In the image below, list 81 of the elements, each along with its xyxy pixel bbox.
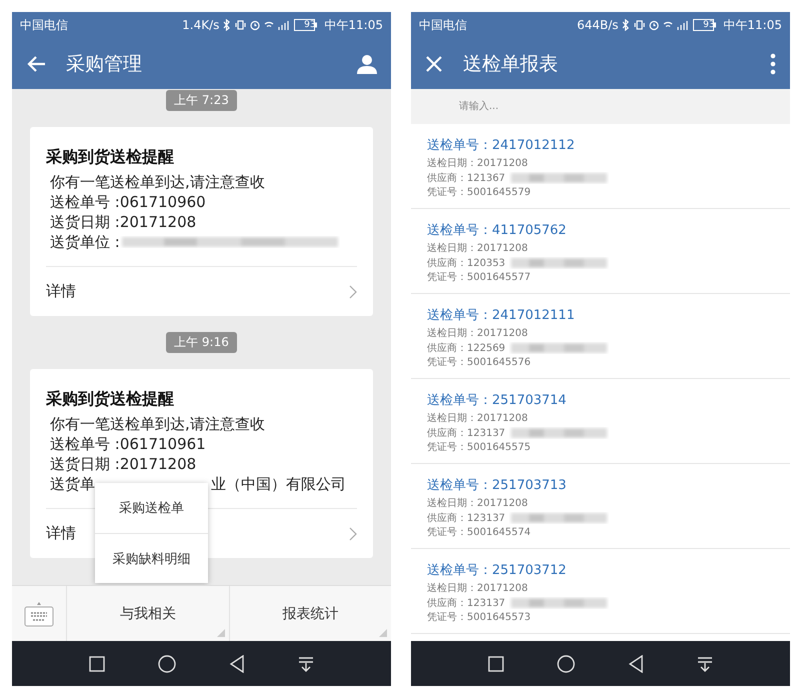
back-button[interactable] bbox=[229, 654, 246, 672]
menu-item[interactable]: 采购缺料明细 bbox=[95, 533, 208, 583]
clock: 中午11:05 bbox=[324, 16, 383, 34]
corner-triangle-icon bbox=[379, 629, 387, 637]
supplier-code: 供应商：121367 bbox=[427, 172, 506, 184]
voucher-number: 凭证号：5001645577 bbox=[427, 271, 532, 284]
recent-apps-button[interactable] bbox=[488, 656, 504, 672]
search-field[interactable]: 请输入... bbox=[457, 100, 657, 113]
clock: 中午11:05 bbox=[723, 16, 782, 34]
inspection-date: 送检日期：20171208 bbox=[427, 582, 529, 595]
supplier-code: 供应商：123137 bbox=[427, 512, 506, 524]
message-line: 送检单号 :061710961 bbox=[49, 434, 207, 454]
message-line: 你有一笔送检单到达,请注意查收 bbox=[49, 414, 266, 434]
alarm-clock-icon bbox=[250, 19, 260, 31]
user-icon[interactable] bbox=[357, 54, 377, 74]
bluetooth-icon bbox=[223, 19, 232, 31]
voucher-number: 凭证号：5001645574 bbox=[427, 526, 532, 539]
recent-apps-button[interactable] bbox=[88, 656, 105, 672]
inspection-date: 送检日期：20171208 bbox=[427, 157, 529, 170]
alarm-clock-icon bbox=[649, 19, 660, 31]
message-line: 送货单位 : bbox=[50, 232, 120, 252]
corner-triangle-icon bbox=[216, 629, 224, 637]
inspection-number: 送检单号：2417012112 bbox=[427, 137, 576, 155]
details-link[interactable]: 详情 bbox=[46, 266, 357, 316]
inspection-date: 送检日期：20171208 bbox=[427, 327, 529, 340]
supplier-code: 供应商：122569 bbox=[427, 342, 506, 354]
timestamp: 上午 9:16 bbox=[166, 332, 237, 353]
voucher-number: 凭证号：5001645579 bbox=[427, 186, 532, 199]
report-item[interactable]: 送检单号：251703713 送检日期：20171208 供应商：123137 凭证号：5001645574 bbox=[411, 464, 790, 549]
report-item[interactable]: 送检单号：251703712 送检日期：20171208 供应商：123137 凭证号：5001645573 bbox=[411, 549, 790, 634]
inspection-number: 送检单号：411705762 bbox=[427, 222, 568, 240]
vibrate-icon bbox=[235, 19, 246, 31]
screen-title: 采购管理 bbox=[66, 52, 143, 76]
home-button[interactable] bbox=[556, 654, 575, 672]
chevron-right-icon bbox=[349, 284, 357, 298]
message-line: 送货日期 :20171208 bbox=[49, 212, 198, 232]
notification-pull-button[interactable] bbox=[298, 656, 314, 672]
voucher-number: 凭证号：5001645576 bbox=[427, 356, 532, 369]
inspection-number: 送检单号：251703714 bbox=[427, 392, 568, 410]
message-line: 送货日期 :20171208 bbox=[49, 454, 198, 474]
message-line: 业（中国）有限公司 bbox=[211, 474, 346, 494]
notification-pull-button[interactable] bbox=[697, 656, 714, 672]
menu-item[interactable]: 采购送检单 bbox=[95, 483, 208, 533]
carrier-name: 中国电信 bbox=[419, 16, 467, 34]
network-speed: 644B/s bbox=[576, 18, 618, 32]
carrier-name: 中国电信 bbox=[20, 16, 68, 34]
report-item[interactable]: 送检单号：2417012112 送检日期：20171208 供应商：121367 凭证号：5001645579 bbox=[411, 124, 790, 209]
message-line: 送货单 bbox=[50, 474, 95, 494]
network-speed: 1.4K/s bbox=[182, 18, 220, 32]
supplier-code: 供应商：123137 bbox=[427, 596, 506, 610]
supplier-code: 供应商：123137 bbox=[427, 426, 506, 440]
inspection-number: 送检单号：251703713 bbox=[427, 477, 568, 495]
more-menu-icon[interactable] bbox=[770, 52, 776, 74]
bluetooth-icon bbox=[622, 19, 630, 31]
back-button[interactable] bbox=[628, 654, 644, 672]
supplier-code: 供应商：120353 bbox=[427, 256, 506, 270]
vibrate-icon bbox=[634, 19, 646, 31]
home-button[interactable] bbox=[158, 654, 176, 672]
inspection-number: 送检单号：2417012111 bbox=[427, 307, 576, 325]
signal-icon bbox=[278, 19, 290, 31]
report-item[interactable]: 送检单号：2417012111 送检日期：20171208 供应商：122569 凭证号：5001645576 bbox=[411, 294, 790, 379]
inspection-date: 送检日期：20171208 bbox=[427, 412, 529, 425]
message-title: 采购到货送检提醒 bbox=[46, 389, 175, 410]
timestamp: 上午 7:23 bbox=[166, 90, 237, 111]
voucher-number: 凭证号：5001645573 bbox=[427, 611, 532, 624]
signal-icon bbox=[677, 19, 690, 31]
close-icon[interactable] bbox=[425, 54, 443, 72]
battery-icon bbox=[693, 19, 718, 31]
report-item[interactable]: 送检单号：411705762 送检日期：20171208 供应商：120353 凭证号：5001645577 bbox=[411, 209, 790, 294]
screen-title: 送检单报表 bbox=[463, 52, 559, 76]
inspection-date: 送检日期：20171208 bbox=[427, 497, 529, 510]
back-arrow-icon[interactable] bbox=[26, 54, 46, 72]
report-item[interactable]: 送检单号：251703714 送检日期：20171208 供应商：123137 凭证号：5001645575 bbox=[411, 379, 790, 464]
message-title: 采购到货送检提醒 bbox=[46, 147, 175, 168]
inspection-number: 送检单号：251703712 bbox=[427, 562, 568, 580]
message-line: 你有一笔送检单到达,请注意查收 bbox=[49, 172, 266, 192]
battery-icon bbox=[294, 19, 318, 31]
voucher-number: 凭证号：5001645575 bbox=[427, 441, 532, 454]
message-line: 送检单号 :061710960 bbox=[49, 192, 207, 212]
chevron-right-icon bbox=[349, 526, 357, 540]
inspection-date: 送检日期：20171208 bbox=[427, 242, 529, 255]
